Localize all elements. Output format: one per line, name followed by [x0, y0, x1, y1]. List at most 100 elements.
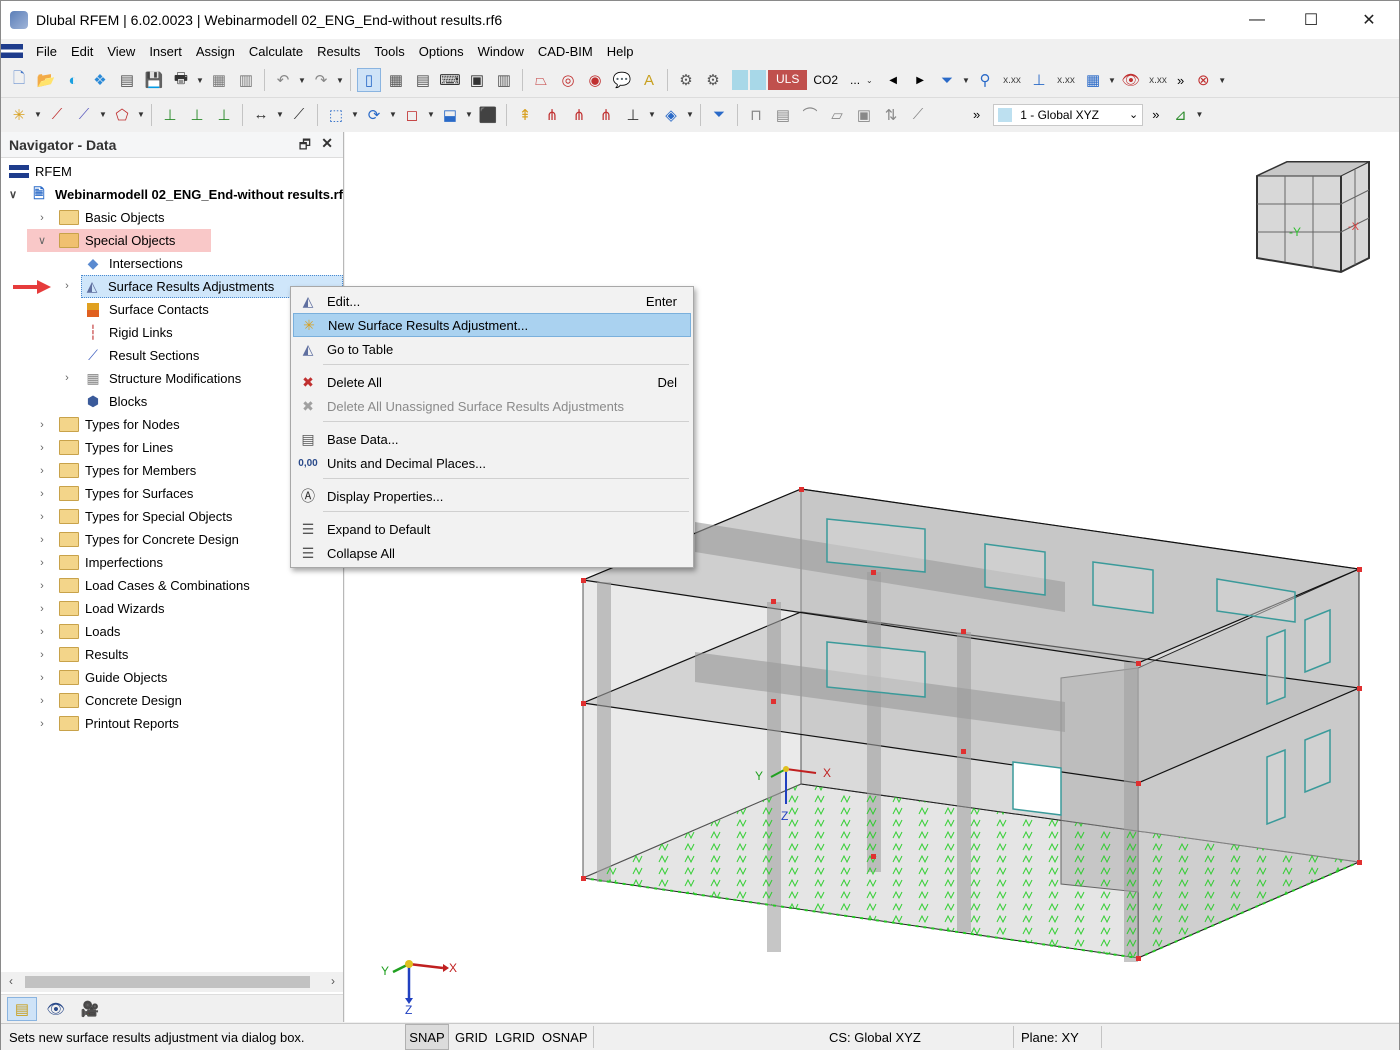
tree-root[interactable]: RFEM	[9, 160, 72, 183]
next-load-case-icon[interactable]: ▶	[908, 68, 932, 92]
print-icon[interactable]: 🖶	[169, 68, 193, 92]
chevron-right-icon[interactable]: ›	[35, 603, 49, 615]
new-member-icon[interactable]: ⟋	[72, 103, 96, 127]
join-members-icon[interactable]: ⋔	[567, 103, 591, 127]
chevron-down-icon[interactable]: ∨	[9, 188, 23, 201]
numbering-icon[interactable]: x.xx	[1054, 68, 1078, 92]
load-case-selector[interactable]: ULS CO2 ... ⌄	[732, 69, 874, 91]
text-insert-icon[interactable]: A	[637, 68, 661, 92]
tree-item-folder[interactable]: ›Printout Reports	[35, 712, 179, 735]
menu-tools[interactable]: Tools	[367, 44, 411, 59]
graph-dropdown-icon[interactable]: ▼	[1195, 110, 1203, 119]
rotate-icon[interactable]: ⟳	[362, 103, 386, 127]
chevron-right-icon[interactable]: ›	[60, 280, 74, 292]
menu-file[interactable]: File	[29, 44, 64, 59]
generate-dropdown-icon[interactable]: ▼	[686, 110, 694, 119]
tree-item-intersections[interactable]: ◆ Intersections	[83, 252, 183, 275]
report-icon[interactable]: ▥	[234, 68, 258, 92]
grid-toggle[interactable]: GRID	[455, 1024, 488, 1050]
line-draw-icon[interactable]: ⟋	[906, 103, 930, 127]
view-cube[interactable]	[1257, 162, 1369, 272]
chevron-right-icon[interactable]: ›	[60, 372, 74, 384]
tree-item-structure-modifications[interactable]: ▦ Structure Modifications	[83, 367, 241, 390]
restore-panel-icon[interactable]: 🗗	[299, 136, 311, 158]
frame-icon[interactable]: ⊓	[744, 103, 768, 127]
save-icon[interactable]: 💾	[142, 68, 166, 92]
tree-item-folder[interactable]: ›Types for Members	[35, 459, 196, 482]
undo-icon[interactable]: ↶	[271, 68, 295, 92]
dlubal-center-icon[interactable]: ◐	[61, 68, 85, 92]
panel-icon[interactable]: ▥	[492, 68, 516, 92]
redo-icon[interactable]: ↷	[309, 68, 333, 92]
new-surface-icon[interactable]: ⬠	[110, 103, 134, 127]
toolbar-overflow[interactable]: »	[1177, 73, 1184, 88]
chevron-right-icon[interactable]: ›	[35, 465, 49, 477]
chevron-right-icon[interactable]: ›	[35, 626, 49, 638]
webservice-icon[interactable]: ❖	[88, 68, 112, 92]
chevron-right-icon[interactable]: ›	[35, 672, 49, 684]
result-values-icon[interactable]: ⚲	[973, 68, 997, 92]
scroll-right-icon[interactable]: ›	[331, 974, 335, 988]
menu-item-expand-to-default[interactable]: ☰ Expand to Default	[293, 517, 691, 541]
search-dropdown-icon[interactable]: ▼	[1218, 76, 1226, 85]
menu-results[interactable]: Results	[310, 44, 367, 59]
filter-icon[interactable]: ⏷	[707, 103, 731, 127]
menu-item-go-to-table[interactable]: ◭ Go to Table	[293, 337, 691, 361]
tree-model[interactable]: ∨ 🗎 Webinarmodell 02_ENG_End-without res…	[9, 183, 343, 206]
scroll-left-icon[interactable]: ‹	[9, 974, 13, 988]
chevron-down-icon[interactable]: ∨	[35, 234, 49, 247]
support-reactions-icon[interactable]: ⊥	[1027, 68, 1051, 92]
comment-xx-icon[interactable]: ⟋	[287, 103, 311, 127]
chevron-down-icon[interactable]: ⌄	[866, 76, 874, 85]
snap-toggle[interactable]: SNAP	[405, 1024, 449, 1050]
dimension-icon[interactable]: ↔	[249, 103, 273, 127]
toolbar-overflow-3[interactable]: »	[1152, 107, 1159, 122]
calculate-all-icon[interactable]: ⚙	[701, 68, 725, 92]
menu-cad-bim[interactable]: CAD-BIM	[531, 44, 600, 59]
tree-item-folder[interactable]: ›Types for Surfaces	[35, 482, 193, 505]
tree-item-folder[interactable]: ›Types for Lines	[35, 436, 173, 459]
close-panel-icon[interactable]: ✕	[321, 135, 333, 152]
osnap-toggle[interactable]: OSNAP	[542, 1024, 588, 1050]
move-dropdown-icon[interactable]: ▼	[351, 110, 359, 119]
new-node-icon[interactable]: ✳	[7, 103, 31, 127]
search-close-icon[interactable]: ⊗	[1191, 68, 1215, 92]
print-dropdown-icon[interactable]: ▼	[196, 76, 204, 85]
scale-icon[interactable]: ◻	[400, 103, 424, 127]
chevron-right-icon[interactable]: ›	[35, 695, 49, 707]
tree-item-folder[interactable]: ›Load Cases & Combinations	[35, 574, 250, 597]
menu-help[interactable]: Help	[600, 44, 641, 59]
move-icon[interactable]: ⬚	[324, 103, 348, 127]
menu-item-units-decimal[interactable]: 0,00 Units and Decimal Places...	[293, 451, 691, 475]
menu-item-delete-all[interactable]: ✖ Delete All Del	[293, 370, 691, 394]
curve-icon[interactable]: ⌒	[798, 103, 822, 127]
section-icon[interactable]: ⊥	[621, 103, 645, 127]
menu-item-edit[interactable]: ◭ Edit... Enter	[293, 289, 691, 313]
menu-item-new-surface-results-adjustment[interactable]: ✳ New Surface Results Adjustment...	[293, 313, 691, 337]
result-table-icon[interactable]: ▦	[1081, 68, 1105, 92]
menu-options[interactable]: Options	[412, 44, 471, 59]
extend-icon[interactable]: ⋔	[594, 103, 618, 127]
tree-item-folder[interactable]: ›Load Wizards	[35, 597, 164, 620]
member-dropdown-icon[interactable]: ▼	[99, 110, 107, 119]
open-folder-icon[interactable]: 📂	[34, 68, 58, 92]
dimension-dropdown-icon[interactable]: ▼	[276, 110, 284, 119]
scale-dropdown-icon[interactable]: ▼	[427, 110, 435, 119]
comment-icon[interactable]: 💬	[610, 68, 634, 92]
view-cube-y-face[interactable]: -Y	[1289, 225, 1301, 239]
divide-line-icon[interactable]: ⇞	[513, 103, 537, 127]
connect-lines-icon[interactable]: ⋔	[540, 103, 564, 127]
calculate-icon[interactable]: ⚙	[674, 68, 698, 92]
tree-item-folder[interactable]: ›Guide Objects	[35, 666, 167, 689]
select-polygon-icon[interactable]: ⏢	[529, 68, 553, 92]
generate-icon[interactable]: ◈	[659, 103, 683, 127]
tree-item-basic-objects[interactable]: › Basic Objects	[35, 206, 164, 229]
tree-item-rigid-links[interactable]: ┆ Rigid Links	[83, 321, 173, 344]
mirror-dropdown-icon[interactable]: ▼	[465, 110, 473, 119]
menu-calculate[interactable]: Calculate	[242, 44, 310, 59]
tree-item-folder[interactable]: ›Types for Concrete Design	[35, 528, 239, 551]
tree-item-special-objects[interactable]: ∨ Special Objects	[27, 229, 211, 252]
horizontal-scrollbar[interactable]: ‹ ›	[1, 972, 343, 992]
nodal-support-icon[interactable]: ⊥	[158, 103, 182, 127]
arrows-icon[interactable]: ⇅	[879, 103, 903, 127]
